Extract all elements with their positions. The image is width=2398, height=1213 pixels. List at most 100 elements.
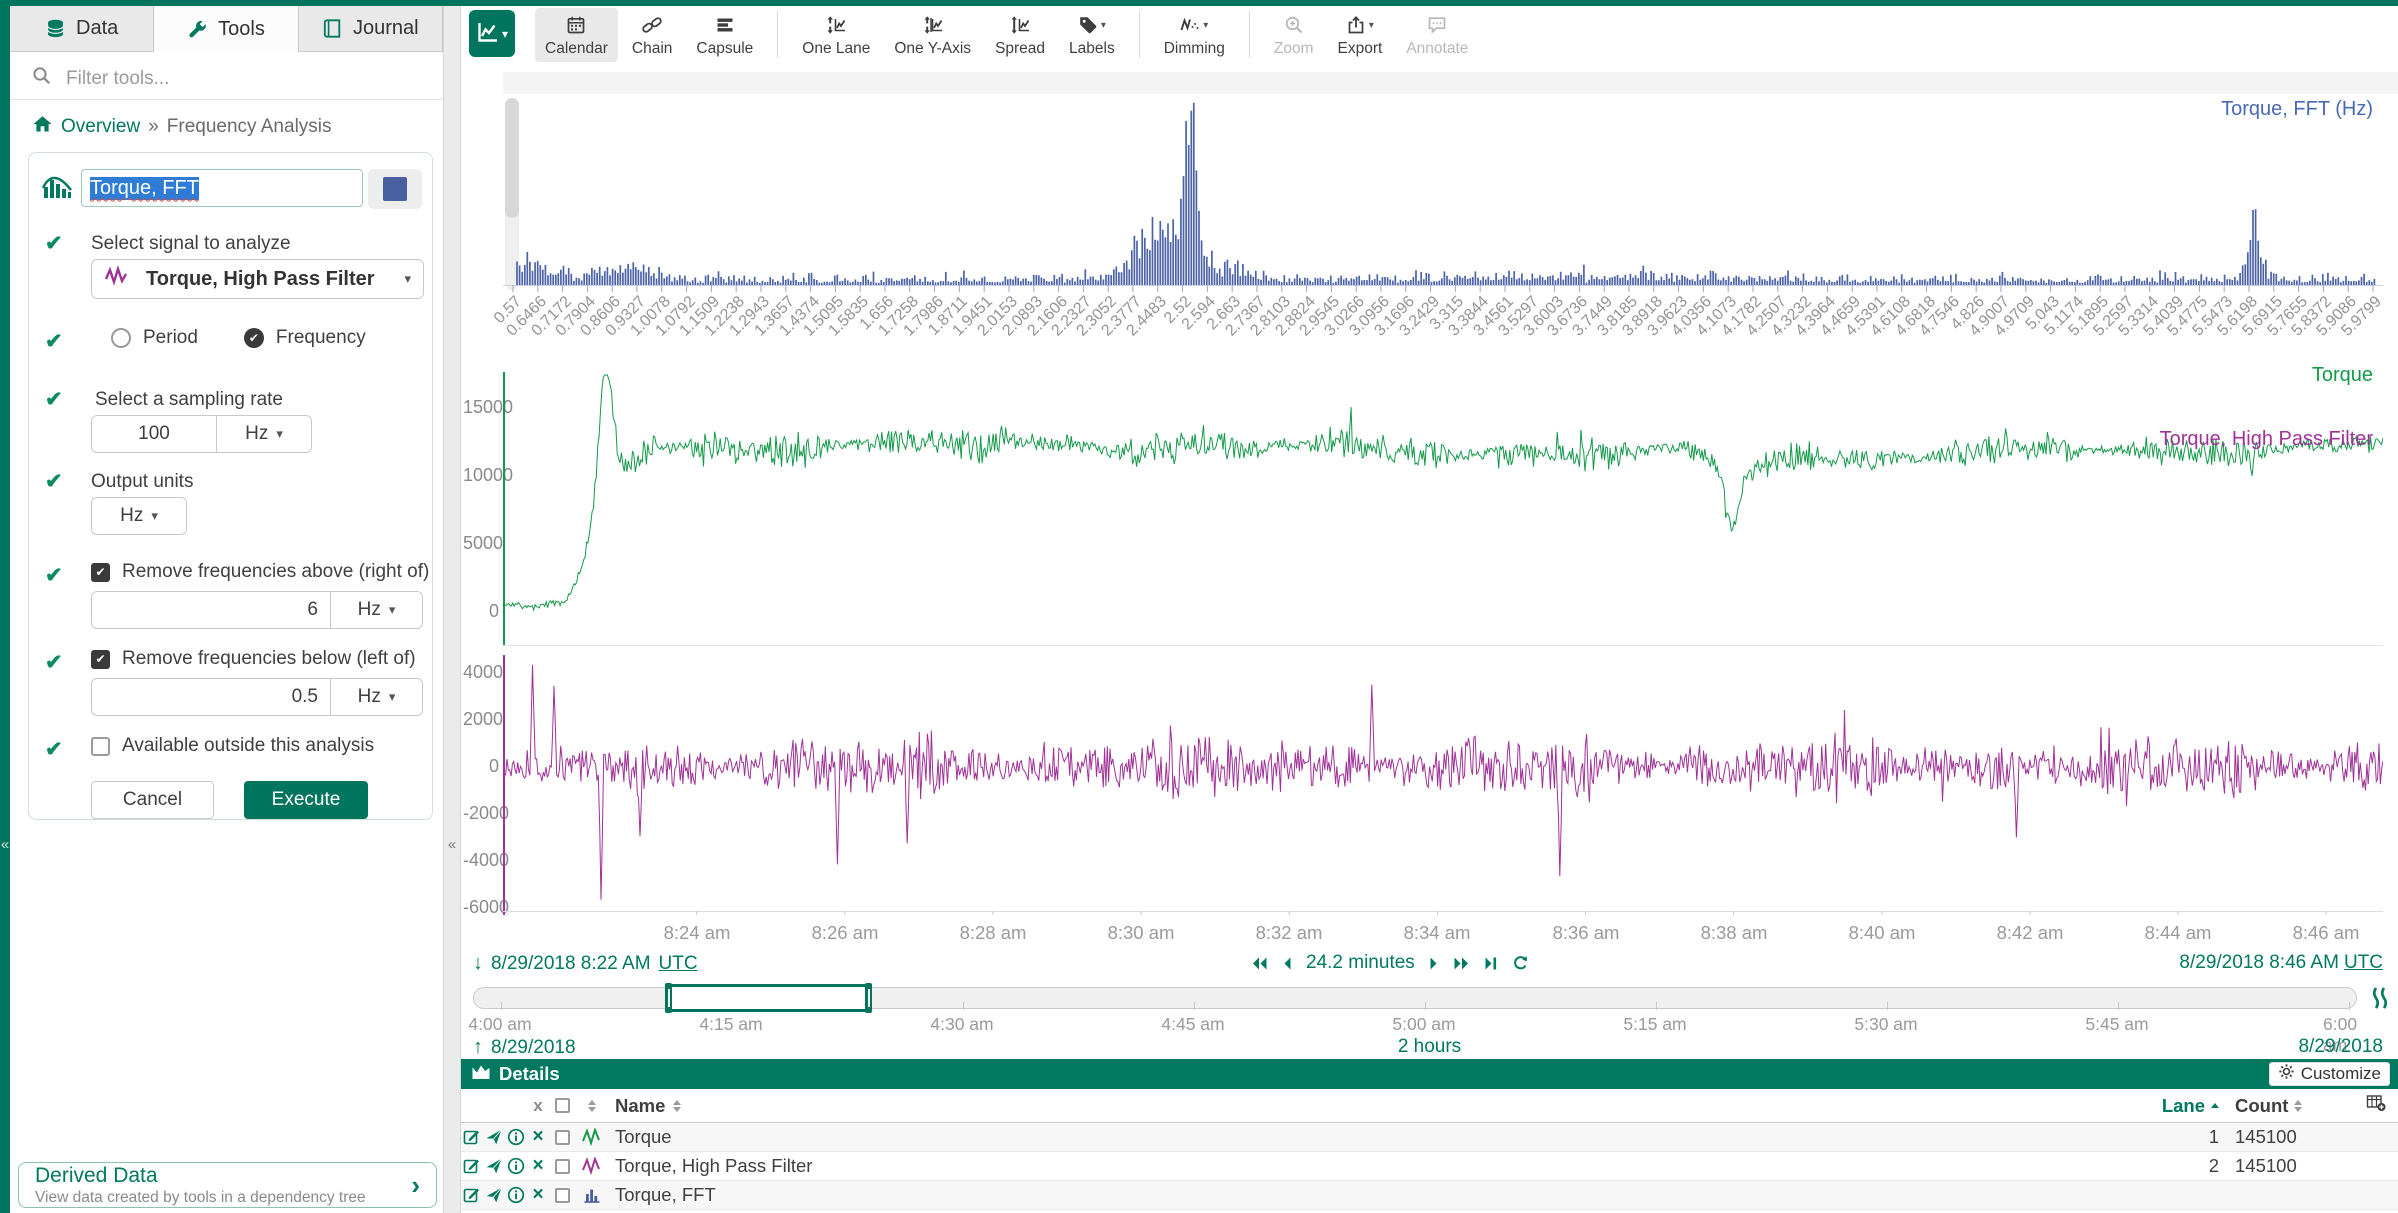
toolbar-button-spread[interactable]: Spread bbox=[985, 8, 1055, 62]
output-units-select[interactable]: Hz▾ bbox=[91, 497, 187, 535]
range-start-timezone[interactable]: UTC bbox=[659, 953, 698, 975]
filter-tools-search[interactable]: Filter tools... bbox=[10, 64, 443, 100]
step-check-icon: ✔ bbox=[45, 563, 63, 588]
remove-above-input[interactable]: 6 bbox=[91, 591, 331, 629]
send-item-icon[interactable] bbox=[483, 1186, 505, 1204]
cancel-button[interactable]: Cancel bbox=[91, 781, 214, 819]
sort-by-name-icon[interactable] bbox=[673, 1100, 681, 1112]
details-row-torque-fft[interactable]: × Torque, FFT bbox=[461, 1181, 2398, 1210]
toolbar-button-export[interactable]: ▾Export bbox=[1328, 8, 1393, 62]
range-end-timezone[interactable]: UTC bbox=[2344, 952, 2383, 974]
execute-button[interactable]: Execute bbox=[244, 781, 368, 819]
edit-item-icon[interactable] bbox=[461, 1128, 483, 1146]
available-outside-checkbox[interactable] bbox=[91, 737, 110, 756]
remove-item-icon[interactable]: × bbox=[527, 1130, 549, 1144]
tab-tools[interactable]: Tools bbox=[154, 6, 298, 52]
panel-divider[interactable]: « bbox=[443, 6, 461, 1213]
item-name[interactable]: Torque, High Pass Filter bbox=[615, 1155, 812, 1177]
sampling-unit-select[interactable]: Hz▾ bbox=[216, 415, 312, 453]
toolbar-button-labels[interactable]: ▾Labels bbox=[1059, 8, 1125, 62]
available-outside-label: Available outside this analysis bbox=[122, 735, 374, 757]
hpf-chart[interactable] bbox=[503, 655, 2383, 915]
remove-below-input[interactable]: 0.5 bbox=[91, 678, 331, 716]
sort-by-count-icon[interactable] bbox=[2294, 1100, 2302, 1112]
timeline-end-date[interactable]: 8/29/2018 bbox=[2298, 1036, 2383, 1058]
edit-item-icon[interactable] bbox=[461, 1157, 483, 1175]
item-name[interactable]: Torque, FFT bbox=[615, 1184, 716, 1206]
toolbar-button-one-lane[interactable]: One Lane bbox=[792, 8, 880, 62]
range-handle-right[interactable] bbox=[865, 983, 872, 1013]
output-units-label: Output units bbox=[91, 471, 193, 493]
name-column-header[interactable]: Name bbox=[615, 1095, 665, 1117]
result-name-input[interactable]: Torque, FFT bbox=[81, 169, 363, 207]
remove-above-unit-select[interactable]: Hz▾ bbox=[330, 591, 423, 629]
breadcrumb-overview[interactable]: Overview bbox=[61, 116, 140, 138]
derived-data-card[interactable]: Derived Data View data created by tools … bbox=[18, 1162, 437, 1208]
toolbar-button-calendar[interactable]: Calendar bbox=[535, 8, 618, 62]
color-picker-button[interactable] bbox=[368, 169, 422, 209]
view-selector-button[interactable]: ▾ bbox=[469, 10, 515, 57]
lane-column-header[interactable]: Lane bbox=[2162, 1095, 2205, 1117]
timeline-range-duration[interactable]: 2 hours bbox=[461, 1036, 2398, 1058]
range-duration[interactable]: 24.2 minutes bbox=[1306, 952, 1415, 974]
item-checkbox[interactable] bbox=[555, 1188, 570, 1203]
gear-icon bbox=[2278, 1063, 2295, 1085]
count-column-header[interactable]: Count bbox=[2235, 1095, 2288, 1117]
range-track[interactable] bbox=[473, 987, 2357, 1009]
remove-above-checkbox-checked[interactable]: ✔ bbox=[91, 563, 110, 582]
item-checkbox[interactable] bbox=[555, 1130, 570, 1145]
tab-data[interactable]: Data bbox=[10, 6, 154, 52]
chart-top-gutter bbox=[503, 72, 2398, 94]
display-range-start[interactable]: ↓ 8/29/2018 8:22 AM UTC bbox=[473, 952, 698, 975]
toolbar-button-dimming[interactable]: ▾Dimming bbox=[1154, 8, 1235, 62]
send-item-icon[interactable] bbox=[483, 1157, 505, 1175]
period-radio[interactable] bbox=[111, 328, 131, 348]
toolbar-button-chain[interactable]: Chain bbox=[622, 8, 683, 62]
remove-below-unit-select[interactable]: Hz▾ bbox=[330, 678, 423, 716]
item-info-icon[interactable] bbox=[505, 1128, 527, 1146]
details-row-torque-high-pass-filter[interactable]: ×Torque, High Pass Filter2145100 bbox=[461, 1152, 2398, 1181]
toolbar-button-label: Capsule bbox=[696, 40, 753, 58]
details-row-torque[interactable]: ×Torque1145100 bbox=[461, 1123, 2398, 1152]
item-checkbox[interactable] bbox=[555, 1159, 570, 1174]
collapse-sidebar-icon[interactable]: « bbox=[445, 836, 459, 853]
item-name[interactable]: Torque bbox=[615, 1126, 672, 1148]
fft-chart[interactable] bbox=[503, 94, 2383, 294]
torque-chart[interactable] bbox=[503, 372, 2383, 646]
time-axis-label: 8:24 am bbox=[664, 922, 731, 944]
refresh-icon[interactable] bbox=[1512, 955, 1529, 971]
derived-data-subtitle: View data created by tools in a dependen… bbox=[35, 1189, 366, 1207]
step-to-end-icon[interactable] bbox=[1484, 956, 1498, 971]
step-forward-half-icon[interactable] bbox=[1429, 956, 1439, 971]
remove-item-icon[interactable]: × bbox=[527, 1188, 549, 1202]
select-all-checkbox[interactable] bbox=[555, 1098, 570, 1113]
sort-by-type-icon[interactable] bbox=[588, 1100, 596, 1112]
step-back-full-icon[interactable] bbox=[1251, 956, 1268, 971]
range-selection-box[interactable] bbox=[667, 984, 870, 1012]
remove-all-header[interactable]: x bbox=[533, 1096, 542, 1116]
edit-item-icon[interactable] bbox=[461, 1186, 483, 1204]
tab-journal[interactable]: Journal bbox=[299, 6, 443, 52]
step-back-half-icon[interactable] bbox=[1282, 956, 1292, 971]
collapse-left-rail-icon[interactable]: « bbox=[0, 836, 10, 853]
home-icon[interactable] bbox=[32, 114, 53, 140]
remove-item-icon[interactable]: × bbox=[527, 1159, 549, 1173]
item-info-icon[interactable] bbox=[505, 1157, 527, 1175]
range-handle-left[interactable] bbox=[665, 983, 672, 1013]
auto-update-icon[interactable] bbox=[2368, 986, 2392, 1015]
customize-button[interactable]: Customize bbox=[2269, 1062, 2390, 1086]
send-item-icon[interactable] bbox=[483, 1128, 505, 1146]
item-info-icon[interactable] bbox=[505, 1186, 527, 1204]
step-forward-full-icon[interactable] bbox=[1453, 956, 1470, 971]
toolbar-button-capsule[interactable]: Capsule bbox=[686, 8, 763, 62]
track-tick bbox=[2349, 1002, 2350, 1010]
signal-select-dropdown[interactable]: Torque, High Pass Filter ▾ bbox=[91, 259, 424, 299]
toolbar-button-one-y-axis[interactable]: One Y-Axis bbox=[884, 8, 981, 62]
sampling-rate-input[interactable]: 100 bbox=[91, 415, 217, 453]
frequency-radio-checked[interactable]: ✔ bbox=[244, 328, 264, 348]
sampling-rate-value: 100 bbox=[138, 423, 170, 445]
add-column-icon[interactable] bbox=[2366, 1094, 2386, 1117]
remove-below-checkbox-checked[interactable]: ✔ bbox=[91, 650, 110, 669]
timeline-tick-label: 5:00 am bbox=[1392, 1014, 1455, 1035]
display-range-end[interactable]: 8/29/2018 8:46 AM UTC bbox=[2179, 952, 2383, 974]
